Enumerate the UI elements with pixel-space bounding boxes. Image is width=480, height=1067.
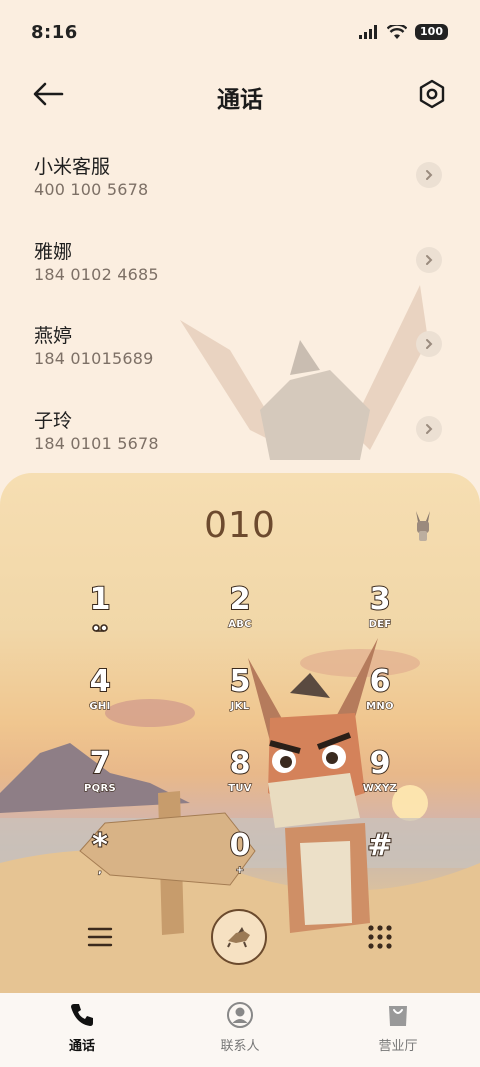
key-2[interactable]: 2 ABC	[180, 582, 300, 653]
key-8[interactable]: 8 TUV	[180, 746, 300, 817]
contact-item[interactable]: 小米客服 400 100 5678	[0, 140, 480, 225]
status-bar: 8:16 100	[0, 0, 480, 68]
contact-item[interactable]: 雅娜 184 0102 4685	[0, 225, 480, 310]
page-title: 通话	[217, 87, 263, 113]
chevron-right-icon[interactable]	[416, 162, 442, 188]
signal-icon	[359, 25, 378, 39]
header: 通话	[0, 70, 480, 120]
status-icons: 100	[359, 24, 448, 40]
battery-indicator: 100	[415, 24, 448, 40]
contact-number: 400 100 5678	[34, 180, 149, 199]
shopping-bag-icon	[389, 1006, 407, 1026]
contact-number: 184 0102 4685	[34, 264, 159, 284]
dialpad-toggle-button[interactable]	[366, 923, 394, 951]
contact-item[interactable]: 燕婷 184 01015689	[0, 309, 480, 394]
contact-name: 子玲	[34, 409, 73, 432]
contact-name: 小米客服	[34, 156, 111, 178]
settings-button[interactable]	[416, 78, 448, 110]
key-6[interactable]: 6 MNO	[320, 664, 440, 735]
key-1[interactable]: 1	[40, 582, 160, 653]
status-time: 8:16	[31, 22, 78, 43]
settings-hexagon-icon	[419, 79, 445, 109]
contact-item[interactable]: 子玲 184 0101 5678	[0, 394, 480, 479]
tab-label: 联系人	[220, 1039, 260, 1054]
dial-panel: 010 1 2 ABC 3 DEF 4 GHI 5 JKL 6 MNO 7 PQ…	[0, 473, 480, 993]
chevron-right-icon[interactable]	[416, 246, 442, 273]
dialed-number: 010	[204, 505, 276, 546]
donkey-call-icon	[227, 927, 250, 948]
contact-number: 184 01015689	[34, 349, 154, 368]
person-icon	[227, 1002, 253, 1028]
key-5[interactable]: 5 JKL	[180, 664, 300, 735]
key-4[interactable]: 4 GHI	[40, 664, 160, 735]
tab-label: 营业厅	[378, 1039, 418, 1054]
bottom-tab-bar: 通话 联系人 营业厅	[0, 993, 480, 1067]
call-button[interactable]	[211, 909, 267, 965]
voicemail-icon	[92, 624, 108, 632]
menu-button[interactable]	[86, 923, 114, 951]
wifi-icon	[387, 24, 408, 39]
key-9[interactable]: 9 WXYZ	[320, 746, 440, 817]
tab-calls[interactable]: 通话	[27, 1001, 137, 1054]
key-star[interactable]: * ,	[40, 828, 160, 899]
key-3[interactable]: 3 DEF	[320, 582, 440, 653]
tab-label: 通话	[68, 1039, 95, 1054]
donkey-theme-icon[interactable]	[412, 511, 434, 541]
key-hash[interactable]: #	[320, 828, 440, 899]
phone-icon	[71, 1004, 93, 1026]
chevron-right-icon[interactable]	[416, 415, 442, 442]
tab-service-hall[interactable]: 营业厅	[343, 1001, 453, 1054]
contact-name: 燕婷	[34, 325, 73, 347]
contact-number: 184 0101 5678	[34, 433, 159, 453]
contact-name: 雅娜	[34, 240, 73, 263]
menu-icon	[87, 927, 113, 947]
recent-contacts-list: 小米客服 400 100 5678 雅娜 184 0102 4685 燕婷 18…	[0, 140, 480, 478]
dialer-actions	[0, 909, 480, 969]
key-0[interactable]: 0 +	[180, 828, 300, 899]
tab-contacts[interactable]: 联系人	[185, 1001, 295, 1054]
key-7[interactable]: 7 PQRS	[40, 746, 160, 817]
dialpad-grid-icon	[368, 925, 392, 949]
chevron-right-icon[interactable]	[416, 331, 442, 357]
